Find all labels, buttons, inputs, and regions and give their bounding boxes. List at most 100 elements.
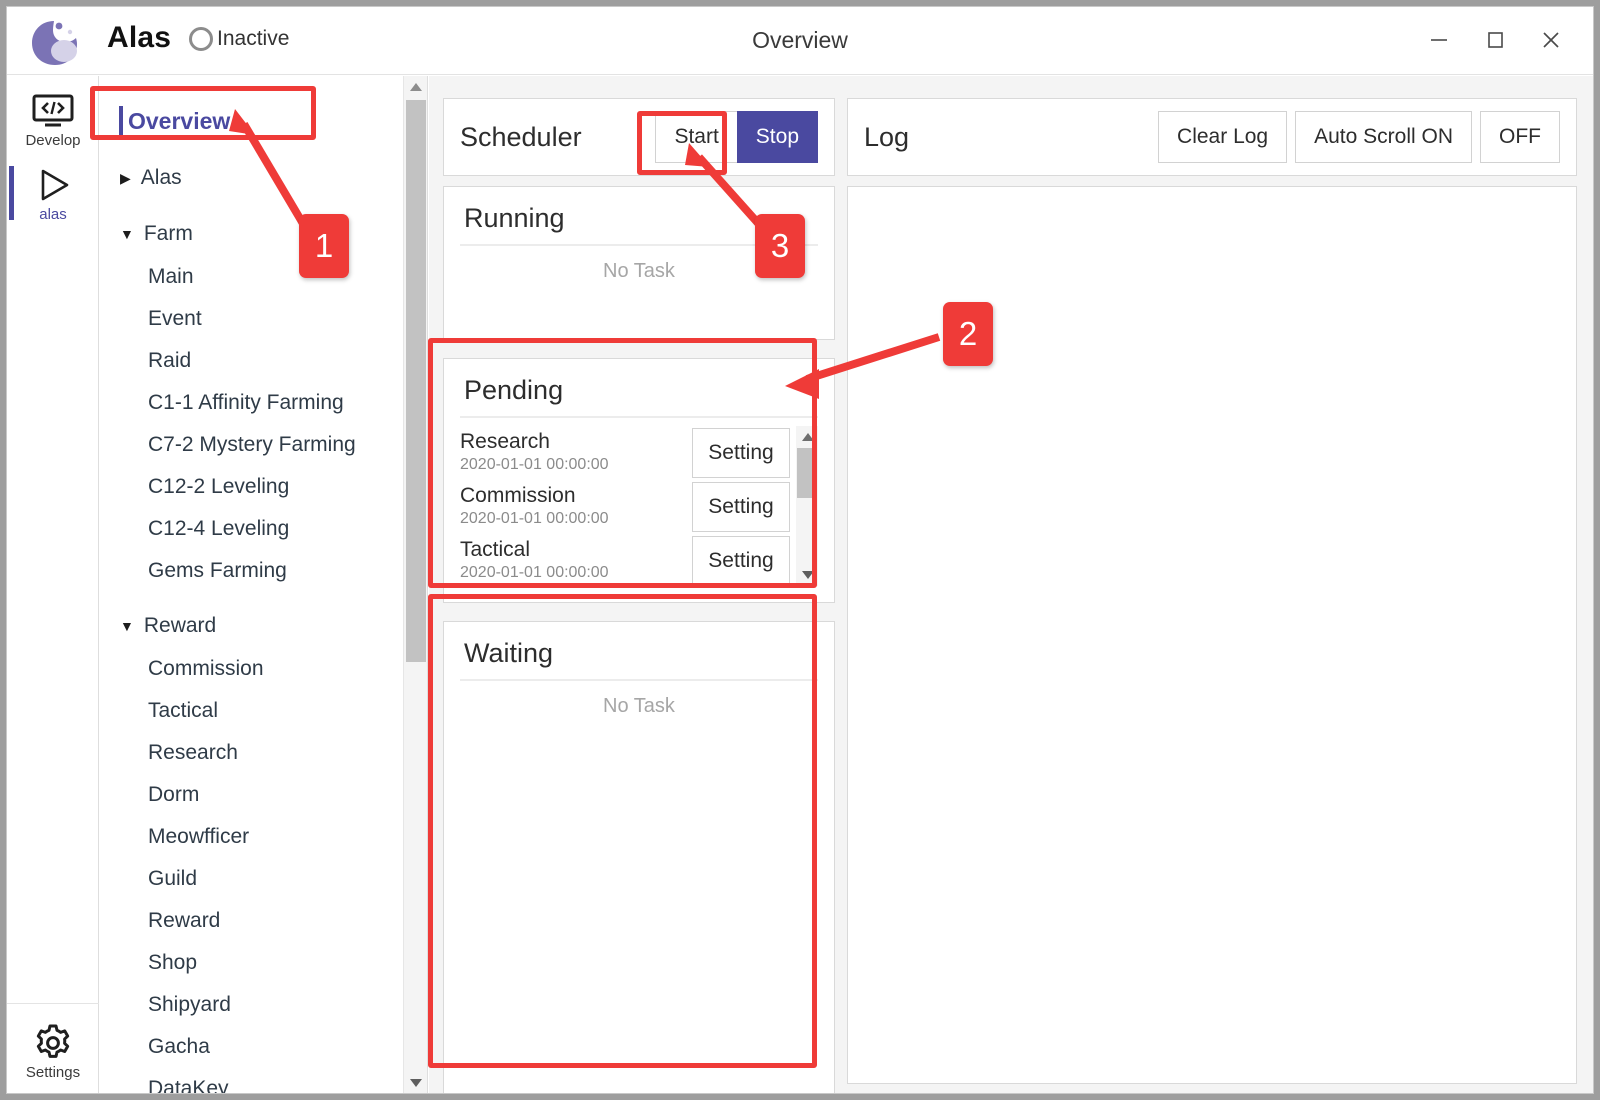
stop-button[interactable]: Stop — [736, 111, 818, 163]
sidebar-item-label: C12-2 Leveling — [148, 475, 290, 498]
nav-sidebar: Overview ▶ Alas ▼ Farm Main Event Raid C… — [100, 76, 428, 1094]
sidebar-item-label: Shop — [148, 951, 198, 974]
pending-setting-button[interactable]: Setting — [692, 428, 790, 478]
close-icon[interactable] — [1523, 19, 1579, 61]
log-card: Log Clear Log Auto Scroll ON OFF — [847, 98, 1577, 176]
sidebar-item-overview-label: Overview — [128, 107, 231, 134]
pending-task-name: Research — [460, 429, 550, 453]
sidebar-item-c7-2-mystery-farming[interactable]: C7-2 Mystery Farming — [100, 424, 390, 466]
pending-setting-button[interactable]: Setting — [692, 536, 790, 586]
divider — [460, 416, 818, 418]
sidebar-item-overview[interactable]: Overview — [114, 98, 390, 144]
pending-task-row: Commission 2020-01-01 00:00:00 Setting — [460, 480, 790, 534]
rail-item-develop[interactable]: Develop — [7, 82, 99, 156]
sidebar-item-label: C7-2 Mystery Farming — [148, 433, 356, 456]
sidebar-item-datakey[interactable]: DataKey — [100, 1068, 390, 1094]
sidebar-item-gacha[interactable]: Gacha — [100, 1026, 390, 1068]
sidebar-item-label: Raid — [148, 349, 192, 372]
divider — [460, 679, 818, 681]
auto-scroll-off-button[interactable]: OFF — [1480, 111, 1560, 163]
sidebar-scrollbar[interactable] — [403, 76, 427, 1093]
scheduler-header: Scheduler Start Stop — [444, 99, 834, 175]
sidebar-item-c12-4-leveling[interactable]: C12-4 Leveling — [100, 508, 390, 550]
sidebar-item-label: Main — [148, 265, 194, 288]
waiting-empty-text: No Task — [603, 695, 675, 717]
annotation-badge-2: 2 — [943, 302, 993, 366]
sidebar-item-dorm[interactable]: Dorm — [100, 774, 390, 816]
sidebar-item-tactical[interactable]: Tactical — [100, 690, 390, 732]
waiting-card: Waiting No Task — [443, 621, 835, 1093]
sidebar-group-farm-label: Farm — [143, 222, 193, 245]
sidebar-item-raid[interactable]: Raid — [100, 340, 390, 382]
sidebar-item-guild[interactable]: Guild — [100, 858, 390, 900]
pending-task-list: Research 2020-01-01 00:00:00 Setting Com… — [460, 426, 818, 586]
scrollbar-thumb[interactable] — [797, 448, 817, 498]
chevron-down-icon: ▼ — [120, 226, 134, 242]
window-title: Overview — [752, 27, 848, 53]
sidebar-group-reward[interactable]: ▼ Reward — [100, 604, 390, 648]
rail-bottom-section: Settings — [7, 1003, 99, 1088]
pending-task-row: Tactical 2020-01-01 00:00:00 Setting — [460, 534, 790, 586]
waiting-section: Waiting No Task — [444, 622, 834, 734]
sidebar-item-label: Guild — [148, 867, 198, 890]
clear-log-button[interactable]: Clear Log — [1158, 111, 1288, 163]
log-column: Log Clear Log Auto Scroll ON OFF — [847, 98, 1577, 1084]
sidebar-item-reward[interactable]: Reward — [100, 900, 390, 942]
rail-item-alas[interactable]: alas — [7, 156, 99, 230]
waiting-title: Waiting — [464, 638, 554, 668]
sidebar-item-research[interactable]: Research — [100, 732, 390, 774]
sidebar-item-label: Event — [148, 307, 202, 330]
sidebar-item-label: Research — [148, 741, 238, 764]
pending-section: Pending Research 2020-01-01 00:00:00 Set… — [444, 359, 834, 602]
pending-card: Pending Research 2020-01-01 00:00:00 Set… — [443, 358, 835, 603]
sidebar-group-alas-label: Alas — [140, 166, 182, 189]
scrollbar-thumb[interactable] — [406, 100, 426, 662]
sidebar-item-label: C1-1 Affinity Farming — [148, 391, 344, 414]
sidebar-item-label: Reward — [148, 909, 221, 932]
auto-scroll-on-button[interactable]: Auto Scroll ON — [1295, 111, 1472, 163]
pending-setting-button[interactable]: Setting — [692, 482, 790, 532]
scheduler-buttons: Start Stop — [655, 111, 818, 163]
sidebar-item-gems-farming[interactable]: Gems Farming — [100, 550, 390, 592]
pending-task-time: 2020-01-01 00:00:00 — [460, 563, 609, 581]
gear-icon — [33, 1023, 73, 1063]
rail-item-settings[interactable]: Settings — [7, 1014, 99, 1088]
scroll-down-arrow-icon[interactable] — [404, 1072, 427, 1093]
sidebar-item-label: DataKey — [148, 1077, 229, 1094]
scroll-up-arrow-icon[interactable] — [796, 426, 818, 448]
chevron-right-icon: ▶ — [120, 170, 131, 186]
rail-label-alas: alas — [39, 205, 67, 223]
start-button[interactable]: Start — [655, 111, 738, 163]
title-bar: Alas Inactive Overview — [7, 7, 1593, 75]
pending-task-time: 2020-01-01 00:00:00 — [460, 455, 609, 473]
sidebar-group-alas[interactable]: ▶ Alas — [100, 156, 390, 200]
sidebar-item-c1-1-affinity-farming[interactable]: C1-1 Affinity Farming — [100, 382, 390, 424]
content-area: Scheduler Start Stop Running No Task Pen… — [429, 76, 1593, 1093]
sidebar-item-c12-2-leveling[interactable]: C12-2 Leveling — [100, 466, 390, 508]
scroll-up-arrow-icon[interactable] — [404, 76, 427, 98]
scheduler-card: Scheduler Start Stop — [443, 98, 835, 176]
sidebar-item-shop[interactable]: Shop — [100, 942, 390, 984]
sidebar-item-label: Meowfficer — [148, 825, 250, 848]
sidebar-item-shipyard[interactable]: Shipyard — [100, 984, 390, 1026]
sidebar-item-label: Gacha — [148, 1035, 210, 1058]
sidebar-item-label: Gems Farming — [148, 559, 287, 582]
rail-label-develop: Develop — [25, 131, 81, 149]
sidebar-item-meowfficer[interactable]: Meowfficer — [100, 816, 390, 858]
pending-task-name: Commission — [460, 483, 576, 507]
scheduler-title: Scheduler — [460, 121, 582, 152]
scroll-down-arrow-icon[interactable] — [796, 564, 818, 586]
maximize-icon[interactable] — [1467, 19, 1523, 61]
sidebar-item-label: C12-4 Leveling — [148, 517, 290, 540]
pending-scrollbar[interactable] — [796, 426, 818, 586]
code-monitor-icon — [32, 91, 74, 131]
minimize-icon[interactable] — [1411, 19, 1467, 61]
sidebar-item-label: Commission — [148, 657, 264, 680]
sidebar-item-label: Shipyard — [148, 993, 231, 1016]
sidebar-item-commission[interactable]: Commission — [100, 648, 390, 690]
play-triangle-icon — [34, 165, 72, 205]
sidebar-item-event[interactable]: Event — [100, 298, 390, 340]
